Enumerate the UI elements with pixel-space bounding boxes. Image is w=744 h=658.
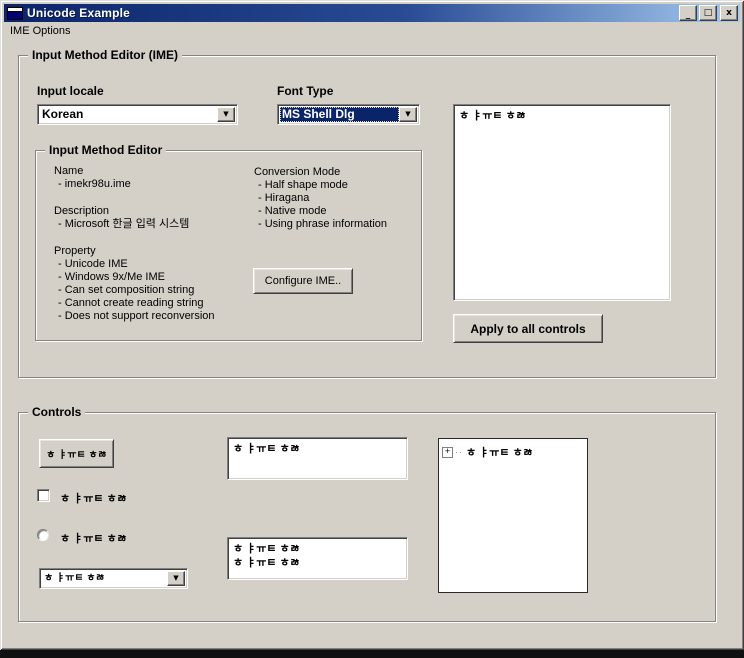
ime-preview-textarea[interactable]: ㅎ ㅑㅠㅌ ㅎㅀ: [453, 104, 671, 301]
screen: Unicode Example _ □ x IME Options Input …: [0, 0, 744, 658]
ime-name-section: Name - imekr98u.ime: [54, 165, 249, 191]
conversion-mode-item: - Hiragana: [254, 192, 419, 205]
ime-property-item: - Cannot create reading string: [54, 297, 249, 310]
ime-info-left-column: Name - imekr98u.ime Description - Micros…: [54, 165, 249, 337]
edit-text: ㅎ ㅑㅠㅌ ㅎㅀ: [233, 442, 402, 456]
font-type-dropdown-button[interactable]: ▼: [399, 107, 417, 122]
chevron-down-icon: ▼: [173, 575, 178, 582]
minimize-icon: _: [686, 11, 691, 19]
close-button[interactable]: x: [720, 5, 738, 21]
sample-checkbox[interactable]: [37, 489, 50, 502]
window-icon: [7, 7, 23, 20]
sample-edit-single[interactable]: ㅎ ㅑㅠㅌ ㅎㅀ: [227, 437, 408, 480]
tree-expand-icon[interactable]: +: [442, 447, 453, 458]
edit-text-line: ㅎ ㅑㅠㅌ ㅎㅀ: [233, 542, 402, 556]
sample-radio-label[interactable]: ㅎ ㅑㅠㅌ ㅎㅀ: [60, 530, 127, 546]
window-title: Unicode Example: [27, 6, 677, 20]
ime-property-item: - Does not support reconversion: [54, 310, 249, 323]
sample-button[interactable]: ㅎ ㅑㅠㅌ ㅎㅀ: [39, 439, 114, 468]
chevron-down-icon: ▼: [405, 111, 410, 118]
chevron-down-icon: ▼: [223, 111, 228, 118]
apply-to-all-controls-button[interactable]: Apply to all controls: [453, 314, 603, 343]
ime-property-label: Property: [54, 245, 249, 258]
ime-conversion-column: Conversion Mode - Half shape mode - Hira…: [254, 166, 419, 245]
ime-name-value: - imekr98u.ime: [54, 178, 249, 191]
ime-property-item: - Unicode IME: [54, 258, 249, 271]
ime-conversion-section: Conversion Mode - Half shape mode - Hira…: [254, 166, 419, 231]
sample-checkbox-label[interactable]: ㅎ ㅑㅠㅌ ㅎㅀ: [60, 490, 127, 506]
edit-text-line: ㅎ ㅑㅠㅌ ㅎㅀ: [233, 556, 402, 570]
minimize-button[interactable]: _: [679, 5, 697, 21]
font-type-value: MS Shell Dlg: [280, 107, 399, 122]
input-locale-value: Korean: [40, 107, 217, 122]
font-type-label: Font Type: [277, 84, 333, 98]
sample-combo[interactable]: ㅎ ㅑㅠㅌ ㅎㅀ ▼: [39, 568, 188, 589]
ime-description-section: Description - Microsoft 한글 입력 시스템: [54, 205, 249, 231]
tree-connector: ··: [455, 447, 463, 457]
font-type-combo[interactable]: MS Shell Dlg ▼: [277, 104, 420, 125]
menu-bar: IME Options: [4, 22, 740, 40]
ime-description-label: Description: [54, 205, 249, 218]
ime-property-item: - Can set composition string: [54, 284, 249, 297]
sample-edit-multiline[interactable]: ㅎ ㅑㅠㅌ ㅎㅀ ㅎ ㅑㅠㅌ ㅎㅀ: [227, 537, 408, 580]
sample-radio[interactable]: [37, 529, 49, 541]
conversion-mode-item: - Using phrase information: [254, 218, 419, 231]
ime-name-label: Name: [54, 165, 249, 178]
ime-description-value: - Microsoft 한글 입력 시스템: [54, 218, 249, 231]
input-locale-combo[interactable]: Korean ▼: [37, 104, 238, 125]
input-locale-label: Input locale: [37, 84, 104, 98]
menu-item-ime-options[interactable]: IME Options: [4, 23, 77, 39]
tree-item[interactable]: + ·· ㅎ ㅑㅠㅌ ㅎㅀ: [439, 439, 587, 465]
maximize-icon: □: [704, 9, 713, 17]
conversion-mode-label: Conversion Mode: [254, 166, 419, 179]
sample-combo-dropdown-button[interactable]: ▼: [167, 571, 185, 586]
title-bar: Unicode Example _ □ x: [4, 4, 740, 22]
app-window: Unicode Example _ □ x IME Options Input …: [0, 0, 744, 650]
maximize-button[interactable]: □: [699, 5, 717, 21]
ime-editor-groupbox-title: Input Method Editor: [45, 143, 166, 157]
sample-treeview[interactable]: + ·· ㅎ ㅑㅠㅌ ㅎㅀ: [438, 438, 588, 593]
ime-groupbox-title: Input Method Editor (IME): [28, 48, 182, 62]
conversion-mode-item: - Native mode: [254, 205, 419, 218]
preview-text: ㅎ ㅑㅠㅌ ㅎㅀ: [459, 109, 665, 123]
sample-combo-value: ㅎ ㅑㅠㅌ ㅎㅀ: [42, 571, 167, 586]
ime-property-item: - Windows 9x/Me IME: [54, 271, 249, 284]
input-locale-dropdown-button[interactable]: ▼: [217, 107, 235, 122]
ime-property-section: Property - Unicode IME - Windows 9x/Me I…: [54, 245, 249, 323]
configure-ime-button[interactable]: Configure IME..: [253, 268, 353, 294]
close-icon: x: [726, 9, 732, 17]
conversion-mode-item: - Half shape mode: [254, 179, 419, 192]
tree-item-label: ㅎ ㅑㅠㅌ ㅎㅀ: [466, 444, 533, 460]
controls-groupbox-title: Controls: [28, 405, 85, 419]
bottom-edge: [0, 650, 744, 658]
